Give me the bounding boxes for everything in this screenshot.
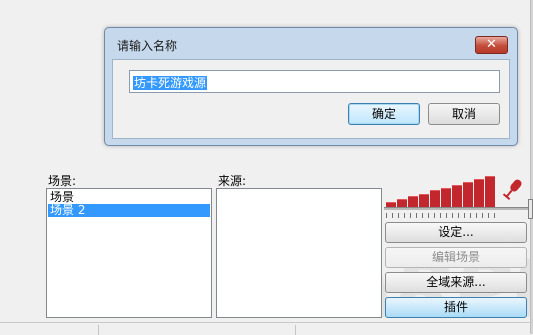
sources-label: 来源: <box>218 174 247 188</box>
audio-meter-bar <box>463 182 473 208</box>
volume-slider-thumb[interactable] <box>528 199 533 219</box>
audio-meter-bar <box>485 176 495 208</box>
microphone-icon[interactable] <box>500 176 526 202</box>
audio-meter-bar <box>474 179 484 208</box>
rename-dialog: 请输入名称 ✕ 坊卡死游戏源 确定 取消 <box>104 27 518 146</box>
name-input-value: 坊卡死游戏源 <box>133 76 208 90</box>
close-button[interactable]: ✕ <box>475 36 508 54</box>
cancel-button[interactable]: 取消 <box>428 103 500 125</box>
audio-meter-bar <box>419 194 429 208</box>
name-input[interactable]: 坊卡死游戏源 <box>129 70 500 93</box>
audio-level-meter <box>384 174 500 208</box>
edit-scene-button[interactable]: 编辑场景 <box>385 247 527 268</box>
ok-button[interactable]: 确定 <box>348 103 420 125</box>
scene-list[interactable]: 场景 场景 2 <box>46 188 212 318</box>
dialog-title: 请输入名称 <box>117 39 178 53</box>
scenes-label: 场景: <box>48 174 77 188</box>
audio-meter-bar <box>430 190 440 208</box>
plugins-button[interactable]: 插件 <box>385 297 527 318</box>
global-sources-button[interactable]: 全域来源... <box>385 272 527 293</box>
volume-slider-ticks <box>386 213 496 218</box>
status-bar <box>0 322 533 335</box>
dialog-body: 坊卡死游戏源 确定 取消 <box>112 59 510 139</box>
audio-meter-bar <box>452 185 462 208</box>
close-icon: ✕ <box>486 37 497 52</box>
settings-button[interactable]: 设定... <box>385 222 527 243</box>
volume-slider-track[interactable] <box>384 207 533 210</box>
scene-item-selected[interactable]: 场景 2 <box>48 204 210 217</box>
source-list[interactable] <box>216 188 382 318</box>
audio-meter-bar <box>441 188 451 208</box>
